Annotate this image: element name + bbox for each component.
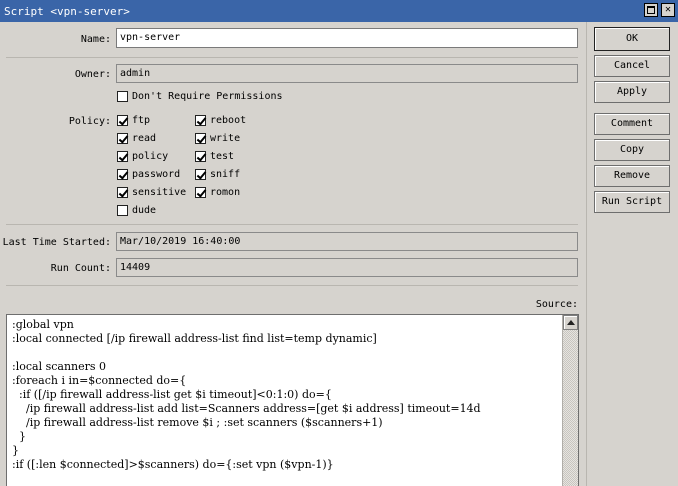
name-field[interactable]: vpn-server — [116, 28, 578, 48]
separator — [6, 57, 578, 58]
policy-label-reboot: reboot — [210, 115, 247, 126]
checkbox-box[interactable] — [195, 169, 207, 180]
apply-button[interactable]: Apply — [594, 81, 670, 103]
remove-button[interactable]: Remove — [594, 165, 670, 187]
check-icon — [196, 133, 207, 144]
checkbox-box[interactable] — [195, 151, 207, 162]
policy-label-test: test — [210, 151, 235, 162]
checkbox-box[interactable] — [117, 169, 129, 180]
owner-field[interactable]: admin — [116, 64, 578, 83]
policy-label-ftp: ftp — [132, 115, 151, 126]
separator — [6, 285, 578, 286]
checkbox-box[interactable] — [117, 205, 128, 216]
owner-label: Owner: — [74, 69, 111, 80]
maximize-icon[interactable] — [644, 3, 658, 17]
close-icon[interactable]: ✕ — [661, 3, 675, 17]
checkbox-box[interactable] — [117, 151, 129, 162]
source-label: Source: — [535, 299, 578, 310]
check-icon — [196, 151, 207, 162]
policy-label-policy: policy — [132, 151, 169, 162]
source-editor[interactable]: :global vpn :local connected [/ip firewa… — [6, 314, 579, 486]
check-icon — [118, 169, 129, 180]
source-code[interactable]: :global vpn :local connected [/ip firewa… — [12, 318, 481, 472]
policy-label-sensitive: sensitive — [132, 187, 187, 198]
ok-button[interactable]: OK — [594, 27, 670, 51]
window-title: Script <vpn-server> — [4, 5, 130, 18]
separator — [6, 224, 578, 225]
cancel-button[interactable]: Cancel — [594, 55, 670, 77]
dont-require-permissions-label: Don't Require Permissions — [132, 91, 283, 102]
checkbox-box[interactable] — [195, 187, 207, 198]
checkbox-box[interactable] — [117, 115, 129, 126]
last-time-started-field[interactable]: Mar/10/2019 16:40:00 — [116, 232, 578, 251]
check-icon — [118, 133, 129, 144]
checkbox-box[interactable] — [117, 133, 129, 144]
scrollbar[interactable] — [562, 315, 578, 486]
check-icon — [118, 187, 129, 198]
comment-button[interactable]: Comment — [594, 113, 670, 135]
checkbox-box[interactable] — [195, 133, 207, 144]
run-count-field[interactable]: 14409 — [116, 258, 578, 277]
check-icon — [196, 187, 207, 198]
panel-divider — [586, 22, 587, 486]
checkbox-box[interactable] — [117, 91, 128, 102]
copy-button[interactable]: Copy — [594, 139, 670, 161]
run-script-button[interactable]: Run Script — [594, 191, 670, 213]
name-label: Name: — [80, 34, 111, 45]
check-icon — [196, 169, 207, 180]
scroll-up-button[interactable] — [563, 315, 578, 330]
last-time-started-label: Last Time Started: — [2, 237, 111, 248]
policy-label-romon: romon — [210, 187, 241, 198]
title-bar: Script <vpn-server> ✕ — [0, 0, 678, 22]
run-count-label: Run Count: — [50, 263, 111, 274]
checkbox-box[interactable] — [117, 187, 129, 198]
policy-label-dude: dude — [132, 205, 157, 216]
check-icon — [196, 115, 207, 126]
policy-label: Policy: — [68, 116, 111, 127]
policy-label-write: write — [210, 133, 241, 144]
check-icon — [118, 115, 129, 126]
policy-label-password: password — [132, 169, 181, 180]
arrow-up-icon — [567, 320, 575, 325]
policy-label-sniff: sniff — [210, 169, 241, 180]
checkbox-box[interactable] — [195, 115, 207, 126]
policy-label-read: read — [132, 133, 157, 144]
check-icon — [118, 151, 129, 162]
